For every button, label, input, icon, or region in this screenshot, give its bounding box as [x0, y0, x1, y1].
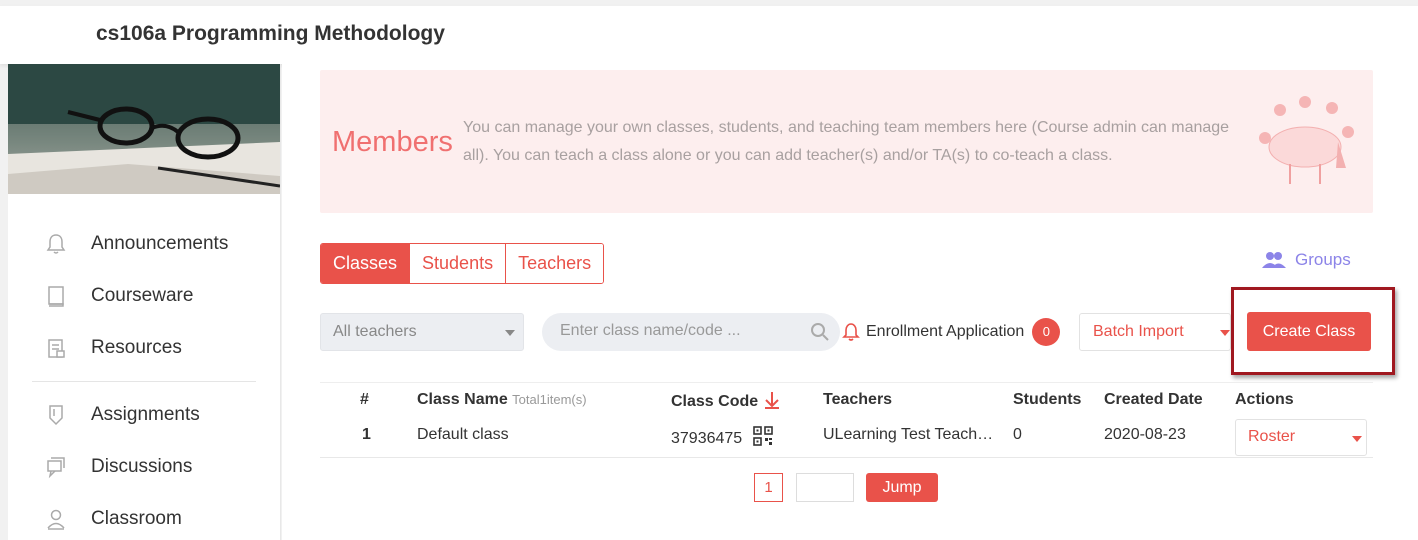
- col-header-class-code[interactable]: Class Code: [671, 391, 781, 411]
- sidebar-item-discussions[interactable]: Discussions: [8, 447, 281, 487]
- row-number: 1: [362, 426, 371, 443]
- shield-icon: [49, 405, 63, 426]
- enrollment-count-badge: 0: [1032, 318, 1061, 346]
- col-header-class-name: Class Name Total1item(s): [417, 391, 587, 409]
- row-created-date: 2020-08-23: [1104, 426, 1186, 443]
- person-icon: [47, 509, 65, 530]
- sidebar-item-assignments[interactable]: Assignments: [8, 395, 281, 435]
- tab-students[interactable]: Students: [410, 244, 507, 283]
- col-header-number: #: [360, 391, 369, 408]
- row-students: 0: [1013, 426, 1022, 443]
- sidebar-item-announcements[interactable]: Announcements: [8, 224, 281, 264]
- batch-import-label: Batch Import: [1093, 323, 1184, 340]
- sidebar: Announcements Courseware Resources Assig…: [8, 64, 281, 540]
- enrollment-label: Enrollment Application: [866, 323, 1025, 340]
- course-banner-image: [8, 64, 280, 194]
- class-search-box: [542, 313, 840, 351]
- course-header: cs106a Programming Methodology: [0, 6, 1418, 64]
- team-meeting-illustration: [1259, 96, 1354, 184]
- create-class-button[interactable]: Create Class: [1247, 312, 1371, 351]
- class-code-value: 37936475: [671, 430, 743, 447]
- teachers-filter-select[interactable]: All teachers: [320, 313, 524, 351]
- roster-dropdown[interactable]: Roster: [1235, 419, 1367, 456]
- members-tabs: Classes Students Teachers: [320, 243, 605, 284]
- page-jump-input[interactable]: [796, 473, 854, 502]
- qr-code-icon[interactable]: [752, 426, 773, 446]
- col-header-teachers: Teachers: [823, 391, 893, 408]
- glasses-illustration: [8, 64, 280, 194]
- batch-import-dropdown[interactable]: Batch Import: [1079, 313, 1231, 351]
- table-row: 1 Default class 37936475 ULearning Test …: [320, 418, 1373, 458]
- jump-button[interactable]: Jump: [866, 473, 938, 502]
- sidebar-item-classroom[interactable]: Classroom: [8, 499, 281, 539]
- col-header-created-date: Created Date: [1104, 391, 1203, 408]
- hero-title: Members: [332, 126, 453, 158]
- sidebar-item-label: Assignments: [91, 404, 200, 425]
- bell-icon: [46, 234, 66, 254]
- col-header-class-name-label: Class Name: [417, 391, 508, 408]
- total-count: Total1item(s): [512, 392, 587, 407]
- chevron-down-icon: [1352, 436, 1362, 442]
- chevron-down-icon: [505, 330, 515, 336]
- members-hero-banner: Members You can manage your own classes,…: [320, 70, 1373, 213]
- sort-down-arrow-icon[interactable]: [763, 391, 781, 409]
- search-icon[interactable]: [810, 322, 830, 342]
- tab-teachers[interactable]: Teachers: [506, 244, 604, 283]
- sidebar-item-resources[interactable]: Resources: [8, 328, 281, 368]
- hero-description: You can manage your own classes, student…: [463, 119, 1230, 164]
- sidebar-item-label: Courseware: [91, 285, 194, 306]
- row-class-code: 37936475: [671, 426, 773, 448]
- col-header-actions: Actions: [1235, 391, 1294, 408]
- sidebar-item-label: Classroom: [91, 508, 182, 529]
- roster-label: Roster: [1248, 428, 1296, 445]
- col-header-students: Students: [1013, 391, 1082, 408]
- chat-icon: [47, 457, 65, 479]
- sidebar-divider: [32, 381, 256, 382]
- groups-link[interactable]: Groups: [1262, 250, 1351, 270]
- class-search-input[interactable]: [560, 322, 790, 340]
- book-icon: [48, 286, 64, 307]
- main-content: Members You can manage your own classes,…: [282, 64, 1418, 540]
- groups-label: Groups: [1295, 250, 1351, 269]
- page-number-button[interactable]: 1: [754, 473, 783, 502]
- sidebar-item-label: Resources: [91, 337, 182, 358]
- row-teachers: ULearning Test Teach…: [823, 426, 994, 443]
- chevron-down-icon: [1220, 330, 1230, 336]
- enrollment-application-link[interactable]: Enrollment Application 0: [842, 318, 1061, 346]
- resources-icon: [48, 339, 65, 358]
- table-header: # Class Name Total1item(s) Class Code Te…: [320, 382, 1373, 418]
- bell-icon: [842, 323, 860, 341]
- col-header-class-code-label: Class Code: [671, 393, 759, 410]
- row-class-name[interactable]: Default class: [417, 426, 509, 444]
- course-title: cs106a Programming Methodology: [96, 22, 445, 45]
- teachers-filter-value: All teachers: [333, 323, 417, 340]
- people-group-icon: [1262, 252, 1286, 268]
- tab-classes[interactable]: Classes: [321, 244, 411, 283]
- sidebar-item-label: Discussions: [91, 456, 193, 477]
- sidebar-item-label: Announcements: [91, 233, 229, 254]
- sidebar-item-courseware[interactable]: Courseware: [8, 276, 281, 316]
